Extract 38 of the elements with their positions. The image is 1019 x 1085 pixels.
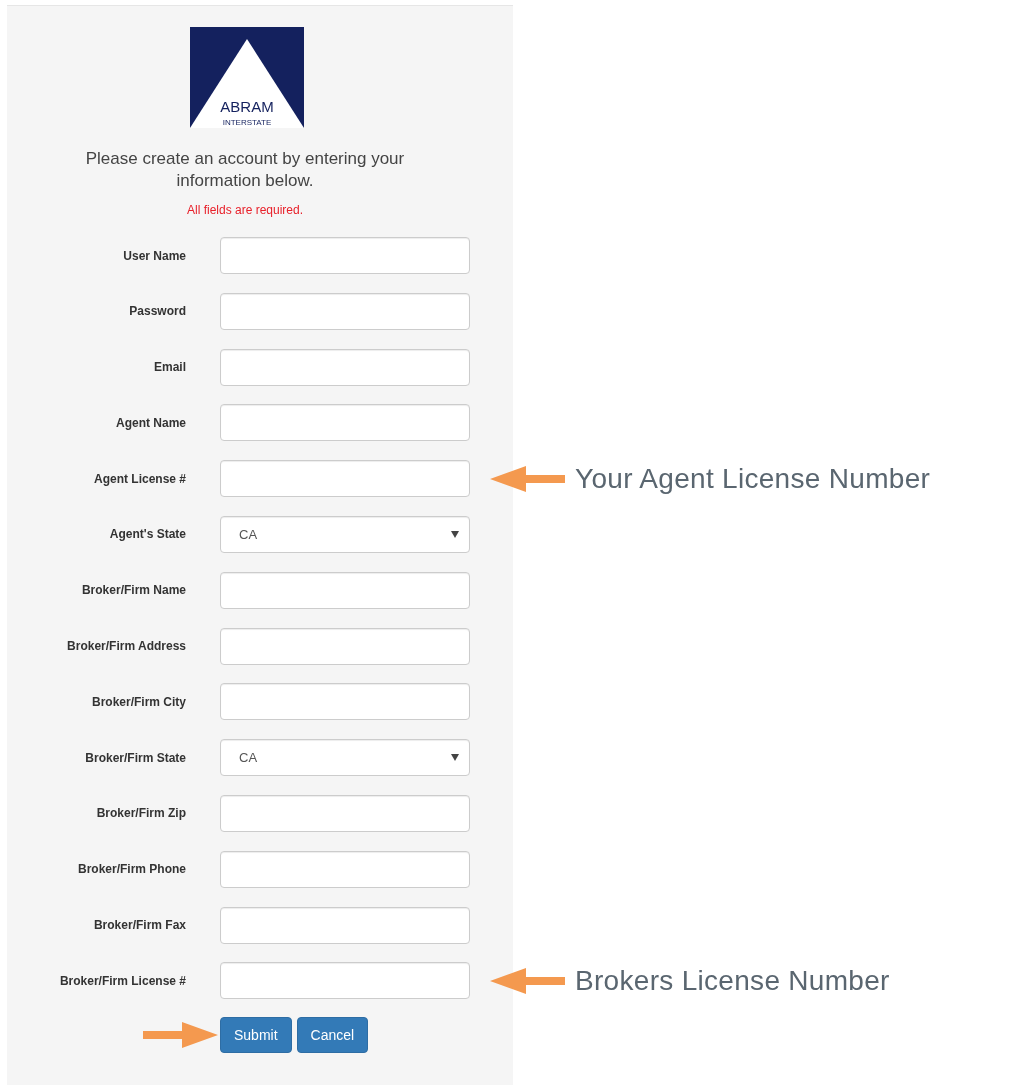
input-field[interactable] (220, 460, 470, 498)
caret-icon (451, 531, 459, 538)
input-field[interactable] (220, 404, 470, 442)
field-label: Broker/Firm Zip (95, 806, 186, 821)
input-field[interactable] (220, 850, 470, 888)
input-field[interactable] (220, 292, 470, 330)
state-dropdown[interactable]: CA (220, 516, 470, 553)
field-label: Broker/Firm Address (66, 639, 186, 654)
annotation-text: Brokers License Number (575, 964, 890, 997)
input-field[interactable] (220, 906, 470, 944)
intro-text: Please create an account by entering your information below. (84, 148, 406, 192)
input-field[interactable] (220, 571, 470, 609)
field-label: Agent License # (92, 471, 186, 486)
state-dropdown[interactable]: CA (220, 739, 470, 777)
caret-icon (451, 754, 459, 762)
field-label: Broker/Firm State (84, 750, 186, 765)
input-field[interactable] (220, 794, 470, 832)
field-label: Broker/Firm Fax (92, 918, 186, 933)
field-label: Broker/Firm Name (80, 583, 186, 598)
input-field[interactable] (220, 237, 470, 274)
input-field[interactable] (220, 683, 470, 721)
field-label: Agent Name (115, 415, 186, 430)
annotation-text: Your Agent License Number (575, 462, 931, 495)
field-label: Password (128, 304, 186, 319)
logo-text: ABRAM (220, 98, 274, 115)
field-label: User Name (122, 248, 186, 263)
field-label: Agent's State (108, 527, 186, 542)
input-field[interactable] (220, 348, 470, 386)
required-note: All fields are required. (185, 203, 305, 217)
input-field[interactable] (220, 962, 470, 1000)
logo-subtitle: INTERSTATE (222, 118, 272, 127)
form-button[interactable]: Submit (220, 1017, 292, 1054)
field-label: Broker/Firm License # (58, 973, 186, 988)
input-field[interactable] (220, 627, 470, 665)
field-label: Broker/Firm Phone (76, 862, 186, 877)
field-label: Broker/Firm City (90, 694, 186, 709)
form-button[interactable]: Cancel (296, 1017, 369, 1054)
field-label: Email (153, 360, 186, 375)
